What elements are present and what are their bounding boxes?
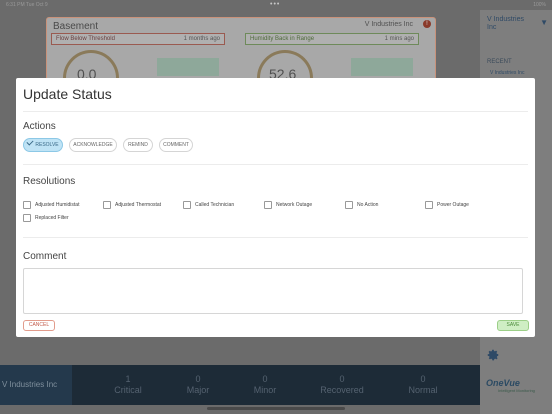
- onevue-logo: OneVue Intelligent Monitoring: [486, 378, 535, 393]
- home-indicator: [207, 407, 345, 410]
- multitask-dots: •••: [270, 1, 281, 8]
- recent-item[interactable]: V Industries Inc: [490, 70, 524, 76]
- alert-pill: Humidity Back in Range 1 mins ago: [245, 33, 419, 45]
- stat-major[interactable]: 0 Major: [168, 374, 228, 395]
- recent-heading: RECENT: [487, 59, 512, 65]
- alert-ago: 1 mins ago: [384, 36, 414, 42]
- sidebar-company[interactable]: V Industries Inc: [487, 16, 531, 32]
- checkbox[interactable]: [425, 201, 433, 209]
- action-comment-chip[interactable]: COMMENT: [159, 138, 193, 152]
- status-time: 6:31 PM Tue Oct 9: [6, 2, 48, 8]
- resolution-option[interactable]: Adjusted Thermostat: [103, 201, 161, 209]
- divider: [23, 164, 528, 165]
- stat-minor[interactable]: 0 Minor: [235, 374, 295, 395]
- checkbox[interactable]: [23, 201, 31, 209]
- save-button[interactable]: SAVE: [497, 320, 529, 331]
- modal-title: Update Status: [23, 86, 112, 102]
- stat-critical[interactable]: 1 Critical: [98, 374, 158, 395]
- checkbox[interactable]: [103, 201, 111, 209]
- comment-textarea[interactable]: [23, 268, 523, 314]
- chevron-down-icon[interactable]: ▼: [540, 18, 548, 27]
- battery-indicator: 100%: [533, 2, 546, 8]
- resolution-option[interactable]: Power Outage: [425, 201, 469, 209]
- checkmark-icon: [26, 138, 34, 146]
- alert-ago: 1 months ago: [183, 36, 220, 42]
- stat-recovered[interactable]: 0 Recovered: [312, 374, 372, 395]
- checkbox[interactable]: [264, 201, 272, 209]
- resolution-option[interactable]: No Action: [345, 201, 378, 209]
- exclamation-icon: !: [423, 20, 431, 28]
- resolution-option[interactable]: Called Technician: [183, 201, 234, 209]
- action-acknowledge-chip[interactable]: ACKNOWLEDGE: [69, 138, 117, 152]
- resolution-option[interactable]: Network Outage: [264, 201, 312, 209]
- checkbox[interactable]: [23, 214, 31, 222]
- comment-heading: Comment: [23, 251, 67, 262]
- checkbox[interactable]: [345, 201, 353, 209]
- action-resolve-chip[interactable]: RESOLVE: [23, 138, 63, 152]
- divider: [23, 237, 528, 238]
- action-remind-chip[interactable]: REMIND: [123, 138, 153, 152]
- status-bar: 6:31 PM Tue Oct 9 ••• 100%: [0, 0, 552, 10]
- checkbox[interactable]: [183, 201, 191, 209]
- gear-icon[interactable]: [486, 348, 500, 362]
- resolution-option[interactable]: Replaced Filter: [23, 214, 69, 222]
- update-status-modal: Update Status Actions RESOLVE ACKNOWLEDG…: [16, 78, 535, 337]
- resolution-option[interactable]: Adjusted Humidistat: [23, 201, 79, 209]
- resolutions-heading: Resolutions: [23, 176, 76, 187]
- location-company: V Industries Inc: [364, 21, 413, 28]
- cancel-button[interactable]: CANCEL: [23, 320, 55, 331]
- alert-pill: Flow Below Threshold 1 months ago: [51, 33, 225, 45]
- stat-normal[interactable]: 0 Normal: [393, 374, 453, 395]
- sparkline: [157, 58, 219, 76]
- alert-label: Flow Below Threshold: [56, 36, 115, 42]
- divider: [23, 111, 528, 112]
- actions-heading: Actions: [23, 121, 56, 132]
- sparkline: [351, 58, 413, 76]
- bottom-status-bar: V Industries Inc 1 Critical 0 Major 0 Mi…: [0, 365, 480, 405]
- org-tab[interactable]: V Industries Inc: [0, 365, 72, 405]
- location-title: Basement: [53, 21, 99, 32]
- alert-label: Humidity Back in Range: [250, 36, 315, 42]
